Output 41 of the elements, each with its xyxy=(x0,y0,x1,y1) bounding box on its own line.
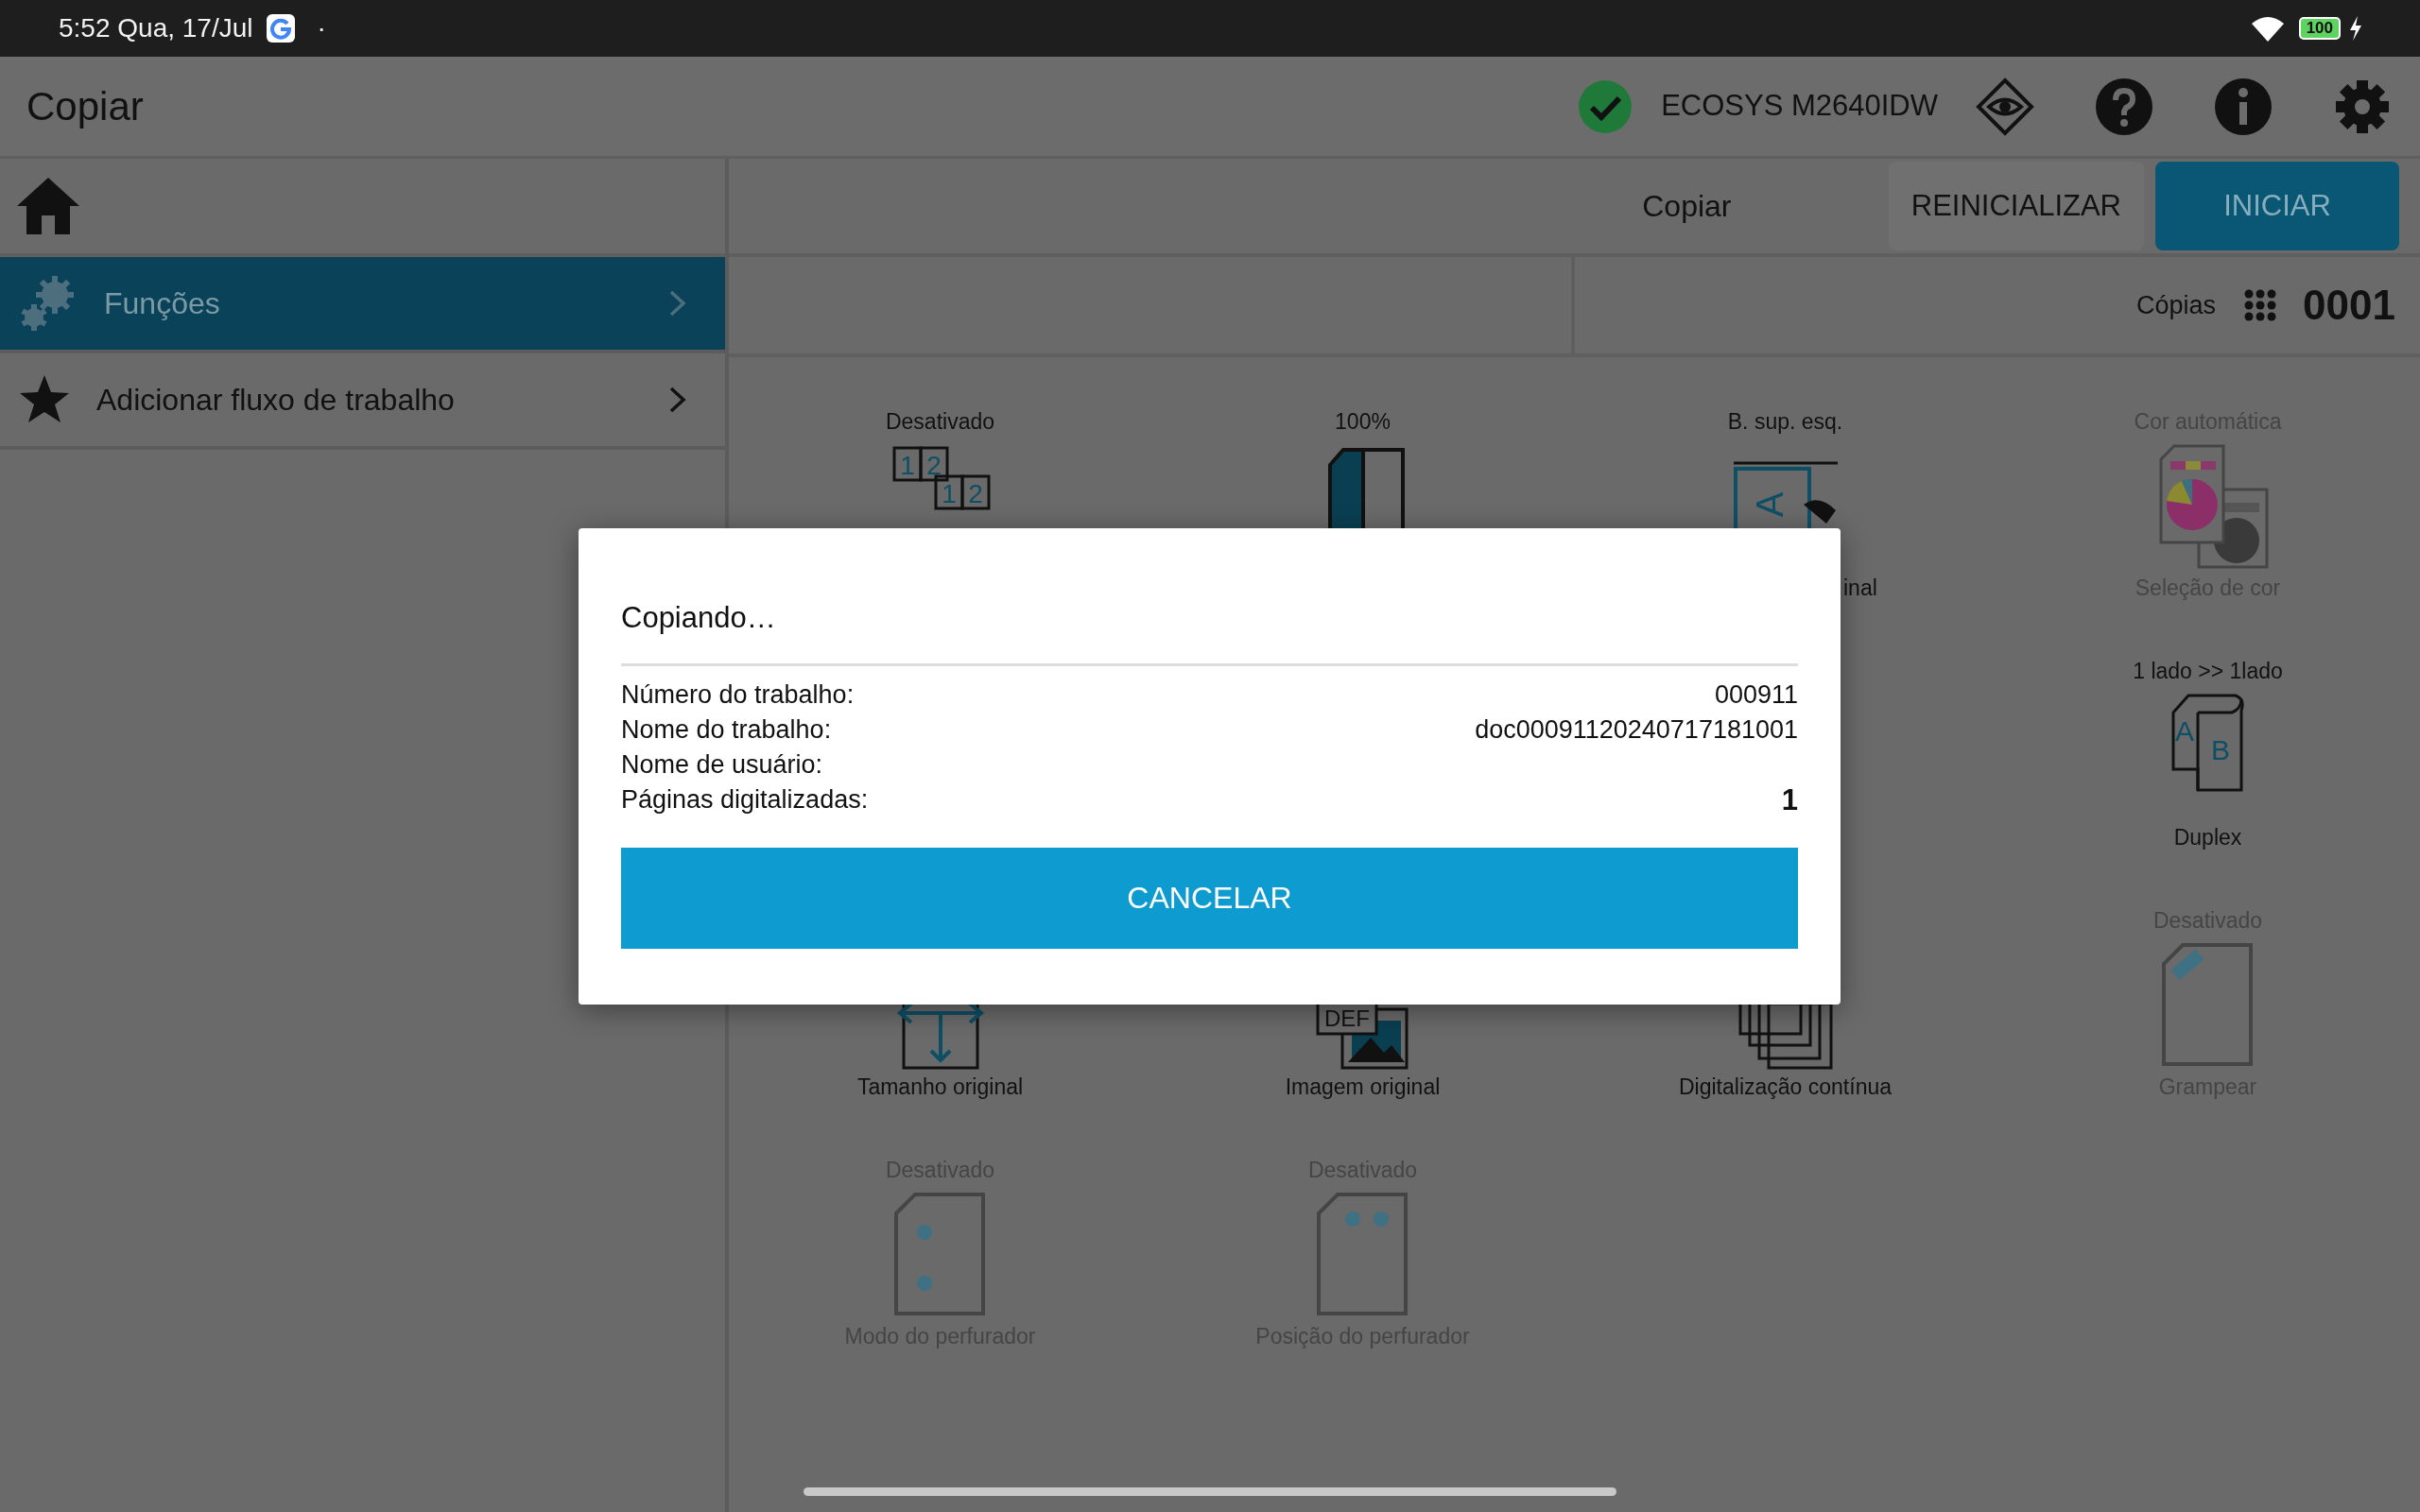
chevron-right-icon xyxy=(668,289,687,318)
function-button[interactable]: Duplex xyxy=(2173,820,2242,854)
sidebar-item[interactable]: Funções xyxy=(0,257,725,353)
field-label: Nome do trabalho: xyxy=(621,713,832,746)
field-value: 1 xyxy=(1781,782,1798,817)
function-setting: B. sup. esq. xyxy=(1727,408,1843,436)
copies-count[interactable]: 0001 xyxy=(2303,274,2395,336)
function-setting: Desativado xyxy=(885,408,995,436)
field-value: 000911 xyxy=(1714,679,1798,711)
check-icon xyxy=(1578,78,1634,134)
page-title: Copiar xyxy=(26,83,144,130)
help-icon[interactable] xyxy=(2095,77,2153,136)
copies-label: Cópias xyxy=(2136,289,2217,321)
gesture-handle[interactable] xyxy=(804,1487,1616,1496)
reset-button[interactable]: REINICIALIZAR xyxy=(1888,162,2144,250)
notification-dot: · xyxy=(317,12,326,44)
battery-icon: 100 xyxy=(2298,17,2341,40)
field-label: Nome de usuário: xyxy=(621,748,823,781)
eye-icon[interactable] xyxy=(1976,77,2034,136)
charging-icon xyxy=(2348,16,2363,41)
wifi-icon xyxy=(2249,14,2286,43)
sidebar-item[interactable]: Adicionar fluxo de trabalho xyxy=(0,353,725,450)
chevron-right-icon xyxy=(668,386,687,414)
function-button[interactable]: Digitalização contínua xyxy=(1679,1070,1892,1104)
function-setting: 1 lado >> 1lado xyxy=(2133,658,2283,685)
printer-name: ECOSYS M2640IDW xyxy=(1661,88,1938,125)
function-button[interactable]: Imagem original xyxy=(1285,1070,1441,1104)
dialog-title: Copiando… xyxy=(621,528,1798,666)
field-label: Número do trabalho: xyxy=(621,679,855,711)
info-icon[interactable] xyxy=(2214,77,2273,136)
status-time: 5:52 Qua, 17/Jul xyxy=(59,12,253,44)
field-value: doc00091120240717181001 xyxy=(1475,713,1798,746)
start-button[interactable]: INICIAR xyxy=(2155,162,2399,250)
function-setting: 100% xyxy=(1335,408,1391,436)
function-button[interactable]: Tamanho original xyxy=(856,1070,1024,1104)
keypad-icon[interactable] xyxy=(2244,289,2277,321)
toolbar-title: Copiar xyxy=(1641,188,1733,225)
app-icon xyxy=(266,13,297,43)
home-icon[interactable] xyxy=(15,176,81,236)
cancel-button[interactable]: CANCELAR xyxy=(621,847,1798,949)
field-label: Páginas digitalizadas: xyxy=(621,783,869,816)
